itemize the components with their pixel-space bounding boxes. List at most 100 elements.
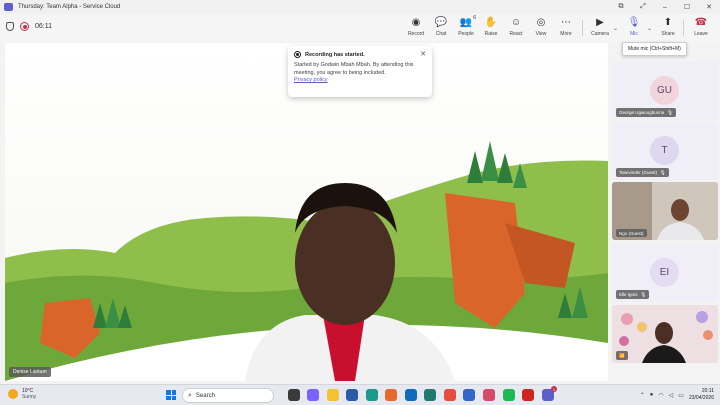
mic-muted-icon: 🎙: [660, 169, 666, 175]
recording-notification: Recording has started. ✕ Started by Godw…: [288, 46, 432, 97]
signal-icon: 📶: [619, 352, 625, 358]
firefox-icon[interactable]: [385, 389, 397, 401]
store-icon[interactable]: [346, 389, 358, 401]
participant-tile[interactable]: GU George Ugwuogbunna 🎙: [612, 62, 718, 120]
clock-date: 23/04/2026: [688, 395, 714, 401]
spotify-icon[interactable]: [503, 389, 515, 401]
teams-icon[interactable]: 1: [542, 386, 557, 401]
chevron-up-icon[interactable]: ⌃: [640, 392, 645, 399]
camera-button[interactable]: ▶ Camera: [587, 17, 613, 37]
toolbar-divider: [582, 20, 583, 36]
weather-description: Sunny: [22, 394, 37, 400]
participant-name-tag: George Ugwuogbunna 🎙: [616, 108, 677, 117]
fullscreen-icon[interactable]: ⤢: [632, 0, 654, 14]
notification-badge: 1: [551, 386, 557, 392]
privacy-policy-link[interactable]: Privacy policy: [294, 77, 426, 83]
recording-indicator-icon: [20, 22, 29, 31]
recording-icon: [294, 51, 301, 58]
phone-hangup-icon: ☎: [694, 17, 708, 28]
clock[interactable]: 20:11 23/04/2026: [689, 388, 714, 402]
meeting-status: 06:11: [6, 22, 52, 31]
battery-icon[interactable]: ▭: [678, 392, 684, 399]
participant-name-tag: Tasevinder (Guest) 🎙: [616, 168, 669, 177]
toolbar-divider: [683, 20, 684, 36]
clock-time: 20:11: [701, 388, 714, 394]
chat-icon: 💬: [434, 17, 448, 28]
maximize-button[interactable]: ☐: [676, 0, 698, 14]
more-icon: ⋯: [561, 17, 571, 28]
mic-button[interactable]: 🎙 Mic: [621, 17, 647, 37]
app-icon[interactable]: [424, 389, 436, 401]
people-icon: 👥: [459, 17, 473, 28]
toast-body: Started by Godwin Mbah Mbah. By attendin…: [294, 62, 414, 76]
hand-icon: ✋: [484, 17, 498, 28]
meeting-toolbar: 06:11 ◉ Record 💬 Chat 👥 6 People ✋ Raise…: [0, 14, 720, 42]
copilot-icon[interactable]: [307, 389, 319, 401]
participant-tile[interactable]: Ngo (Guest): [612, 182, 718, 240]
chat-button[interactable]: 💬 Chat: [428, 17, 454, 37]
avatar: T: [650, 136, 679, 165]
close-icon[interactable]: ✕: [420, 50, 426, 58]
share-button[interactable]: ⬆ Share: [655, 17, 681, 37]
file-explorer-icon[interactable]: [327, 389, 339, 401]
restore-icon[interactable]: ⧉: [610, 0, 632, 14]
app-icon[interactable]: [483, 389, 495, 401]
camera-options-chevron-icon[interactable]: ⌄: [613, 25, 618, 32]
people-button[interactable]: 👥 6 People: [453, 15, 479, 37]
window-title: Thursday: Team Alpha - Service Cloud: [18, 4, 121, 10]
record-button[interactable]: ◉ Record: [403, 17, 429, 37]
raise-hand-button[interactable]: ✋ Raise: [478, 17, 504, 37]
camera-icon: ▶: [596, 17, 604, 28]
speaker-icon[interactable]: ◁: [669, 392, 674, 399]
participant-tile[interactable]: EI Elle Igoni 🎙: [612, 244, 718, 302]
search-placeholder: Search: [195, 392, 215, 399]
app-icon[interactable]: [444, 389, 456, 401]
weather-widget[interactable]: 10°C Sunny: [8, 388, 36, 400]
windows-start-icon[interactable]: [166, 390, 176, 400]
avatar: GU: [650, 76, 679, 105]
windows-taskbar: 10°C Sunny ⌕ Search 1 ⌃ ● ◠ ◁ ▭ 20:11 23…: [0, 384, 720, 405]
react-button[interactable]: ☺ React: [503, 17, 529, 37]
shield-icon: [6, 22, 14, 31]
view-button[interactable]: ◎ View: [528, 17, 554, 37]
participant-name: George Ugwuogbunna: [619, 110, 665, 115]
participant-name: Ngo (Guest): [619, 230, 644, 236]
edge-icon[interactable]: [366, 389, 378, 401]
window-controls: ⧉ ⤢ – ☐ ✕: [610, 0, 720, 14]
acrobat-icon[interactable]: [522, 389, 534, 401]
participant-tile[interactable]: 📶: [612, 305, 718, 363]
mic-muted-icon: 🎙: [640, 291, 647, 297]
toast-title: Recording has started.: [305, 51, 365, 58]
sun-icon: [8, 389, 18, 399]
mic-tooltip: Mute mic (Ctrl+Shift+M): [622, 42, 687, 56]
participant-name-tag: Ngo (Guest): [616, 229, 647, 237]
meeting-timer: 06:11: [35, 23, 52, 30]
participant-tile[interactable]: T Tasevinder (Guest) 🎙: [612, 122, 718, 180]
taskbar-search[interactable]: ⌕ Search: [182, 388, 274, 403]
teams-tray-icon[interactable]: ●: [650, 392, 654, 398]
people-count: 6: [473, 15, 476, 21]
view-icon: ◎: [536, 17, 546, 28]
task-view-icon[interactable]: [288, 389, 300, 401]
participant-name-tag: 📶: [616, 351, 628, 360]
leave-button[interactable]: ☎ Leave: [688, 17, 714, 37]
speaker-name-tag: Denise Lantum: [9, 367, 51, 377]
title-bar: Thursday: Team Alpha - Service Cloud ⧉ ⤢…: [0, 0, 720, 14]
participant-video: [612, 305, 718, 363]
participant-name: Tasevinder (Guest): [619, 170, 658, 175]
system-tray: ⌃ ● ◠ ◁ ▭ 20:11 23/04/2026: [640, 388, 714, 402]
microphone-icon: 🎙: [627, 17, 641, 28]
search-icon: ⌕: [188, 391, 192, 399]
mic-options-chevron-icon[interactable]: ⌄: [647, 25, 652, 32]
close-window-button[interactable]: ✕: [698, 0, 720, 14]
toast-header: Recording has started.: [294, 51, 426, 58]
outlook-icon[interactable]: [405, 389, 417, 401]
app-icon[interactable]: [463, 389, 475, 401]
teams-app-icon: [4, 3, 13, 11]
participant-name-tag: Elle Igoni 🎙: [616, 290, 650, 299]
minimize-button[interactable]: –: [654, 0, 676, 14]
more-button[interactable]: ⋯ More: [553, 17, 579, 37]
smiley-icon: ☺: [510, 17, 522, 28]
share-icon: ⬆: [663, 17, 673, 28]
wifi-icon[interactable]: ◠: [658, 392, 663, 399]
